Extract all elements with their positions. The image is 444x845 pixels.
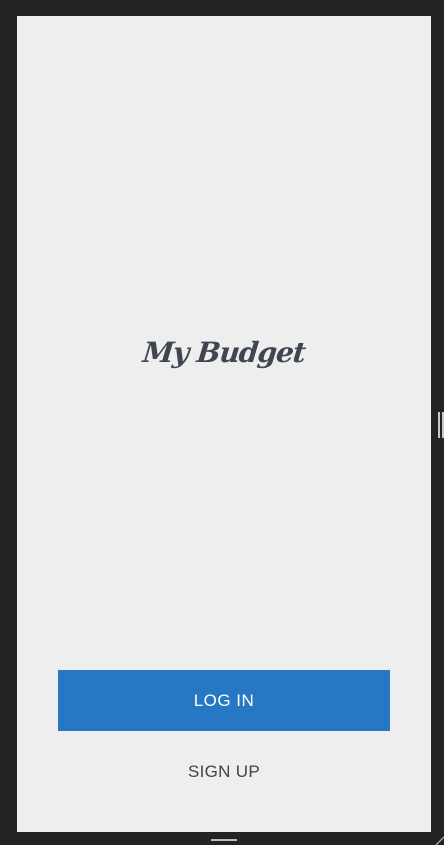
signup-button[interactable]: SIGN UP [58,756,390,788]
vertical-grip-icon[interactable] [437,412,444,438]
device-frame: My Budget LOG IN SIGN UP [0,0,444,845]
login-button[interactable]: LOG IN [58,670,390,731]
app-logo: My Budget [141,336,307,369]
resize-corner-icon[interactable] [434,835,444,845]
welcome-screen: My Budget LOG IN SIGN UP [17,16,431,832]
home-indicator-icon [211,839,237,841]
